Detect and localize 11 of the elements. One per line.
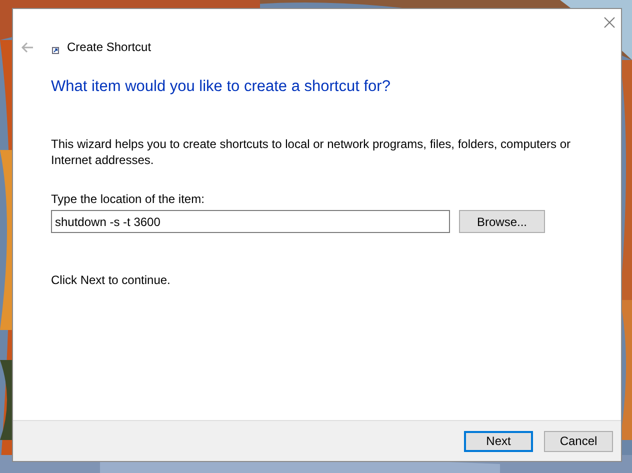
cancel-button[interactable]: Cancel: [544, 430, 613, 452]
hint-text: Click Next to continue.: [51, 273, 172, 287]
browse-button[interactable]: Browse...: [459, 210, 545, 233]
window-title: Create Shortcut: [67, 40, 152, 54]
description-text: This wizard helps you to create shortcuts to local or network programs, files, folders, computers or Internet addresses.: [51, 136, 572, 168]
shortcut-icon: [52, 46, 59, 54]
wizard-heading: What item would you like to create a shortcut for?: [51, 78, 392, 96]
location-field[interactable]: shutdown -s -t 3600: [51, 210, 450, 233]
location-label: Type the location of the item:: [51, 192, 206, 206]
next-button[interactable]: Next: [464, 430, 533, 452]
close-icon[interactable]: [604, 17, 615, 28]
